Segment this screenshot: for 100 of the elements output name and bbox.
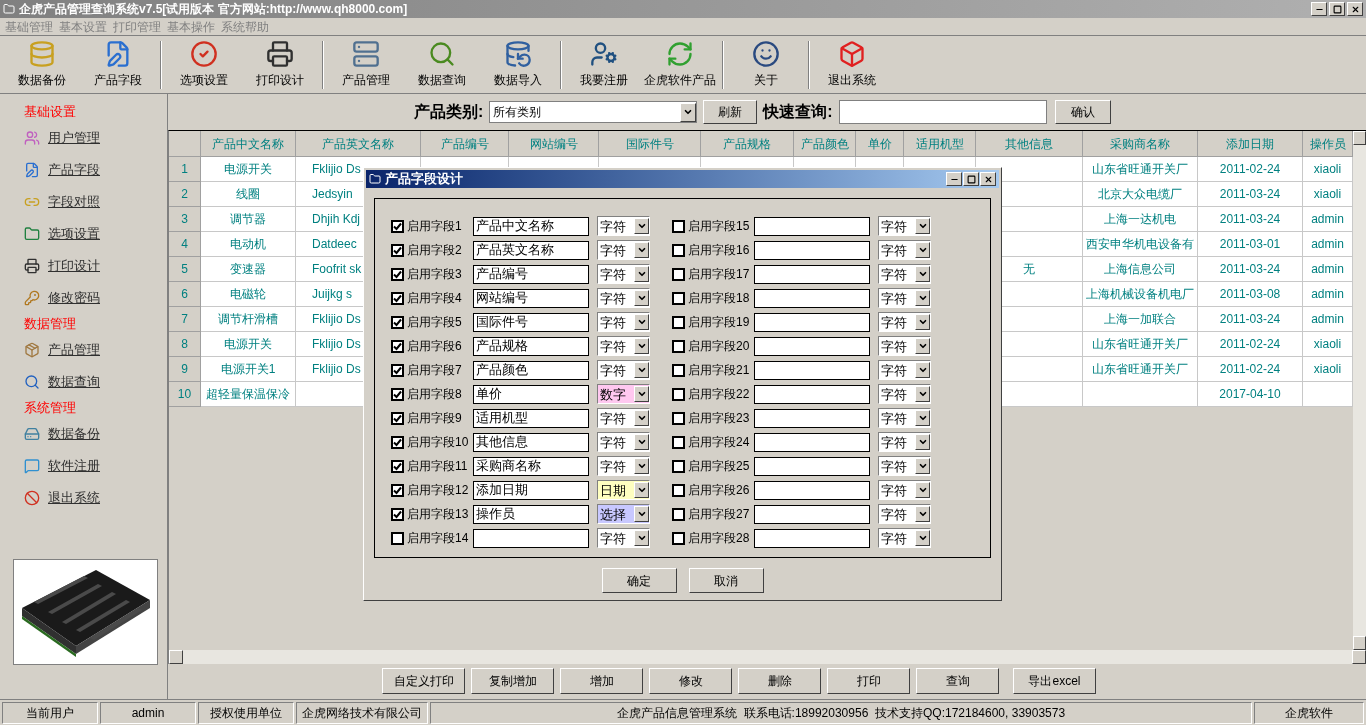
field-name-input[interactable]: 采购商名称 <box>473 456 589 476</box>
type-dropdown[interactable]: 字符 <box>597 432 650 452</box>
toolbar-button[interactable]: 数据导入 <box>480 37 556 92</box>
checkbox[interactable] <box>672 483 685 497</box>
close-button[interactable] <box>980 172 996 186</box>
checkbox[interactable] <box>672 339 685 353</box>
field-name-input[interactable]: 其他信息 <box>473 432 589 452</box>
type-dropdown[interactable]: 字符 <box>597 456 650 476</box>
type-dropdown[interactable]: 字符 <box>878 360 931 380</box>
minimize-button[interactable] <box>946 172 962 186</box>
restore-button[interactable] <box>1329 2 1345 16</box>
action-button[interactable]: 删除 <box>738 668 821 694</box>
checkbox[interactable] <box>391 339 404 353</box>
checkbox[interactable] <box>672 291 685 305</box>
field-name-input[interactable] <box>754 216 870 236</box>
checkbox[interactable] <box>391 435 404 449</box>
maximize-button[interactable] <box>963 172 979 186</box>
field-name-input[interactable]: 产品英文名称 <box>473 240 589 260</box>
checkbox[interactable] <box>391 387 404 401</box>
type-dropdown[interactable]: 数字 <box>597 384 650 404</box>
type-dropdown[interactable]: 字符 <box>878 216 931 236</box>
type-dropdown[interactable]: 字符 <box>597 216 650 236</box>
field-name-input[interactable]: 网站编号 <box>473 288 589 308</box>
checkbox[interactable] <box>391 483 404 497</box>
sidebar-link[interactable]: 退出系统 <box>48 488 100 508</box>
field-name-input[interactable] <box>754 384 870 404</box>
toolbar-button[interactable]: 选项设置 <box>166 37 242 92</box>
field-name-input[interactable] <box>754 312 870 332</box>
field-name-input[interactable] <box>473 528 589 548</box>
vertical-scrollbar[interactable] <box>1353 131 1366 650</box>
sidebar-link[interactable]: 软件注册 <box>48 456 100 476</box>
toolbar-button[interactable]: 数据备份 <box>4 37 80 92</box>
checkbox[interactable] <box>672 459 685 473</box>
toolbar-button[interactable]: 关于 <box>728 37 804 92</box>
checkbox[interactable] <box>672 219 685 233</box>
type-dropdown[interactable]: 字符 <box>878 528 931 548</box>
checkbox[interactable] <box>391 219 404 233</box>
checkbox[interactable] <box>672 531 685 545</box>
checkbox[interactable] <box>672 435 685 449</box>
type-dropdown[interactable]: 字符 <box>597 360 650 380</box>
checkbox[interactable] <box>391 363 404 377</box>
checkbox[interactable] <box>391 531 404 545</box>
checkbox[interactable] <box>391 291 404 305</box>
field-name-input[interactable] <box>754 408 870 428</box>
field-name-input[interactable]: 适用机型 <box>473 408 589 428</box>
checkbox[interactable] <box>391 243 404 257</box>
minimize-button[interactable] <box>1311 2 1327 16</box>
action-button[interactable]: 增加 <box>560 668 643 694</box>
field-name-input[interactable]: 产品规格 <box>473 336 589 356</box>
checkbox[interactable] <box>391 267 404 281</box>
field-name-input[interactable] <box>754 480 870 500</box>
field-name-input[interactable] <box>754 240 870 260</box>
sidebar-link[interactable]: 修改密码 <box>48 288 100 308</box>
type-dropdown[interactable]: 字符 <box>878 504 931 524</box>
checkbox[interactable] <box>391 507 404 521</box>
sidebar-link[interactable]: 数据查询 <box>48 372 100 392</box>
sidebar-link[interactable]: 产品管理 <box>48 340 100 360</box>
sidebar-link[interactable]: 产品字段 <box>48 160 100 180</box>
type-dropdown[interactable]: 字符 <box>878 456 931 476</box>
action-button[interactable]: 导出excel <box>1013 668 1096 694</box>
dialog-button[interactable]: 确定 <box>601 568 677 593</box>
quick-search-field[interactable] <box>838 100 1047 124</box>
type-dropdown[interactable]: 字符 <box>878 336 931 356</box>
action-button[interactable]: 修改 <box>649 668 732 694</box>
checkbox[interactable] <box>672 363 685 377</box>
sidebar-link[interactable]: 用户管理 <box>48 128 100 148</box>
type-dropdown[interactable]: 字符 <box>878 288 931 308</box>
sidebar-link[interactable]: 选项设置 <box>48 224 100 244</box>
type-dropdown[interactable]: 字符 <box>878 432 931 452</box>
confirm-button[interactable]: 确认 <box>1054 100 1111 124</box>
field-name-input[interactable] <box>754 336 870 356</box>
toolbar-button[interactable]: 退出系统 <box>814 37 890 92</box>
type-dropdown[interactable]: 字符 <box>597 264 650 284</box>
horizontal-scrollbar[interactable] <box>169 650 1366 664</box>
toolbar-button[interactable]: 我要注册 <box>566 37 642 92</box>
field-name-input[interactable] <box>754 504 870 524</box>
checkbox[interactable] <box>391 459 404 473</box>
field-name-input[interactable] <box>754 432 870 452</box>
dialog-button[interactable]: 取消 <box>688 568 764 593</box>
type-dropdown[interactable]: 日期 <box>597 480 650 500</box>
toolbar-button[interactable]: 企虎软件产品 <box>642 37 718 92</box>
type-dropdown[interactable]: 字符 <box>878 312 931 332</box>
action-button[interactable]: 复制增加 <box>471 668 554 694</box>
field-name-input[interactable]: 国际件号 <box>473 312 589 332</box>
action-button[interactable]: 查询 <box>916 668 999 694</box>
sidebar-link[interactable]: 打印设计 <box>48 256 100 276</box>
checkbox[interactable] <box>391 315 404 329</box>
sidebar-link[interactable]: 数据备份 <box>48 424 100 444</box>
toolbar-button[interactable]: 产品管理 <box>328 37 404 92</box>
field-name-input[interactable]: 产品中文名称 <box>473 216 589 236</box>
checkbox[interactable] <box>391 411 404 425</box>
checkbox[interactable] <box>672 387 685 401</box>
category-dropdown[interactable]: 所有类别 <box>489 101 698 123</box>
type-dropdown[interactable]: 字符 <box>878 480 931 500</box>
checkbox[interactable] <box>672 243 685 257</box>
type-dropdown[interactable]: 字符 <box>597 240 650 260</box>
toolbar-button[interactable]: 打印设计 <box>242 37 318 92</box>
sidebar-link[interactable]: 字段对照 <box>48 192 100 212</box>
field-name-input[interactable] <box>754 528 870 548</box>
type-dropdown[interactable]: 字符 <box>878 408 931 428</box>
